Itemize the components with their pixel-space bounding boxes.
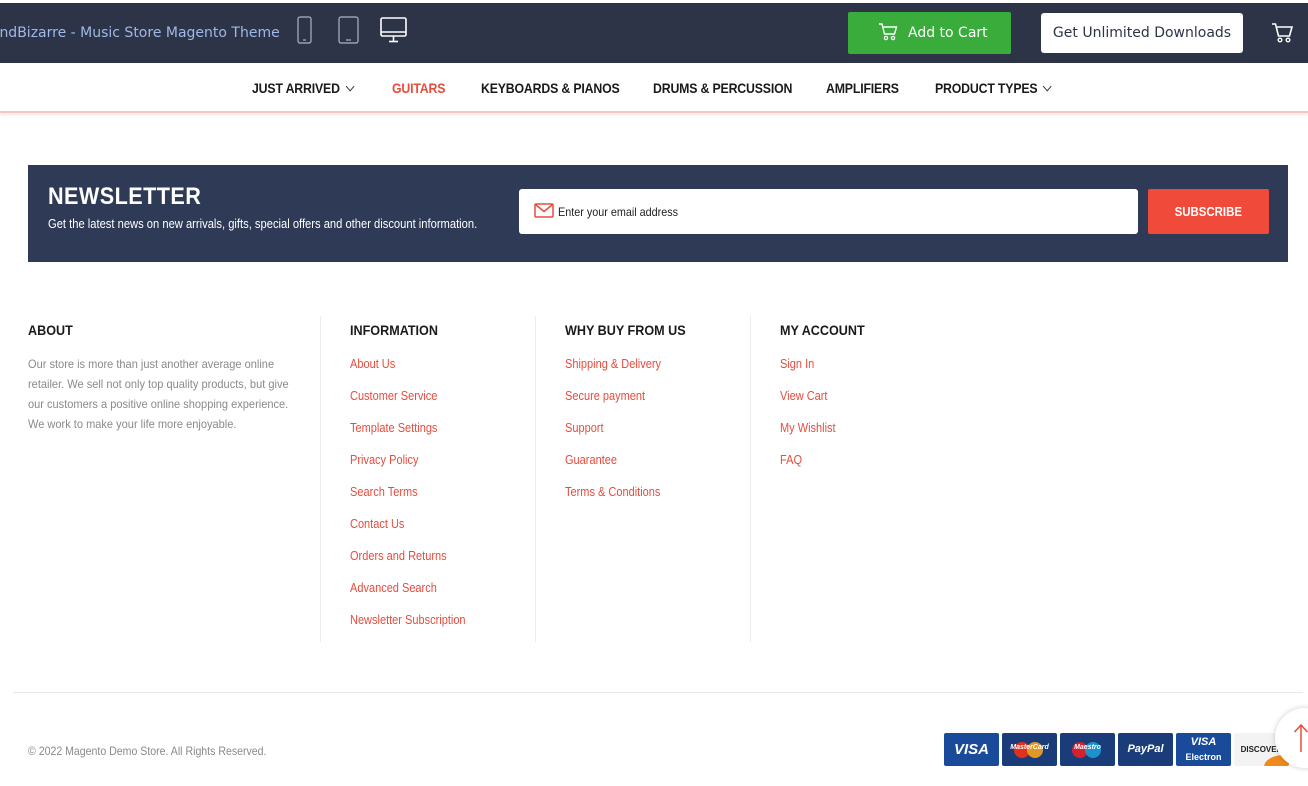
visa-card-icon: VISA	[944, 733, 999, 766]
footer-link[interactable]: Guarantee	[565, 453, 699, 485]
footer-link[interactable]: Search Terms	[350, 485, 481, 517]
main-nav: JUST ARRIVED GUITARS KEYBOARDS & PIANOS …	[0, 63, 1308, 113]
newsletter-email-input[interactable]: Enter your email address	[519, 189, 1138, 234]
about-heading: ABOUT	[28, 322, 73, 338]
maestro-icon: Maestro	[1060, 733, 1115, 766]
subscribe-label: SUBSCRIBE	[1174, 204, 1243, 219]
footer-about: ABOUT	[28, 316, 78, 343]
column-divider	[750, 316, 751, 642]
chevron-down-icon	[1043, 81, 1052, 92]
chevron-down-icon	[345, 81, 355, 92]
footer-information: INFORMATION About Us Customer Service Te…	[350, 316, 481, 645]
desktop-view-icon[interactable]	[380, 17, 407, 43]
account-heading: MY ACCOUNT	[780, 322, 865, 338]
header-cart-icon[interactable]	[1271, 23, 1293, 43]
nav-product-types[interactable]: PRODUCT TYPES	[935, 80, 1052, 96]
footer-link[interactable]: My Wishlist	[780, 421, 874, 453]
cart-icon	[879, 23, 898, 41]
paypal-icon: PayPal	[1118, 733, 1173, 766]
footer-link[interactable]: Contact Us	[350, 517, 481, 549]
visa-electron-icon: VISA Electron	[1176, 733, 1231, 766]
column-divider	[535, 316, 536, 642]
tablet-view-icon[interactable]	[338, 16, 359, 44]
envelope-icon	[534, 203, 554, 218]
newsletter-title: NEWSLETTER	[48, 183, 202, 210]
footer-link[interactable]: Secure payment	[565, 389, 699, 421]
information-heading: INFORMATION	[350, 322, 438, 338]
nav-drums-percussion[interactable]: DRUMS & PERCUSSION	[653, 80, 792, 96]
unlimited-downloads-button[interactable]: Get Unlimited Downloads	[1041, 13, 1243, 53]
preview-bar: oundBizarre - Music Store Magento Theme …	[0, 3, 1308, 63]
column-divider	[320, 316, 321, 642]
footer-link[interactable]: Shipping & Delivery	[565, 357, 699, 389]
add-to-cart-button[interactable]: Add to Cart	[848, 12, 1011, 54]
mobile-view-icon[interactable]	[297, 16, 312, 44]
footer-link[interactable]: Template Settings	[350, 421, 481, 453]
footer-link[interactable]: Advanced Search	[350, 581, 481, 613]
nav-just-arrived[interactable]: JUST ARRIVED	[252, 80, 355, 96]
newsletter-subtitle: Get the latest news on new arrivals, gif…	[48, 216, 478, 231]
mastercard-icon: MasterCard	[1002, 733, 1057, 766]
footer-link[interactable]: About Us	[350, 357, 481, 389]
theme-title[interactable]: oundBizarre - Music Store Magento Theme	[0, 25, 280, 41]
footer-my-account: MY ACCOUNT Sign In View Cart My Wishlist…	[780, 316, 874, 485]
email-placeholder: Enter your email address	[558, 205, 679, 219]
newsletter-section: NEWSLETTER Get the latest news on new ar…	[28, 165, 1288, 262]
about-text: Our store is more than just another aver…	[28, 357, 289, 431]
nav-amplifiers[interactable]: AMPLIFIERS	[826, 80, 899, 96]
copyright: © 2022 Magento Demo Store. All Rights Re…	[28, 744, 267, 758]
subscribe-button[interactable]: SUBSCRIBE	[1148, 189, 1269, 234]
why-heading: WHY BUY FROM US	[565, 322, 686, 338]
footer-link[interactable]: FAQ	[780, 453, 874, 485]
footer-divider	[13, 692, 1303, 693]
footer-link[interactable]: Orders and Returns	[350, 549, 481, 581]
footer-link[interactable]: Customer Service	[350, 389, 481, 421]
footer-link[interactable]: Support	[565, 421, 699, 453]
nav-guitars[interactable]: GUITARS	[392, 80, 445, 96]
nav-keyboards-pianos[interactable]: KEYBOARDS & PIANOS	[481, 80, 620, 96]
add-to-cart-label: Add to Cart	[908, 25, 988, 41]
footer-link[interactable]: Newsletter Subscription	[350, 613, 481, 645]
footer-why-buy: WHY BUY FROM US Shipping & Delivery Secu…	[565, 316, 699, 517]
arrow-up-icon	[1293, 723, 1308, 752]
footer-link[interactable]: Sign In	[780, 357, 874, 389]
footer-link[interactable]: View Cart	[780, 389, 874, 421]
footer-link[interactable]: Terms & Conditions	[565, 485, 699, 517]
footer-link[interactable]: Privacy Policy	[350, 453, 481, 485]
